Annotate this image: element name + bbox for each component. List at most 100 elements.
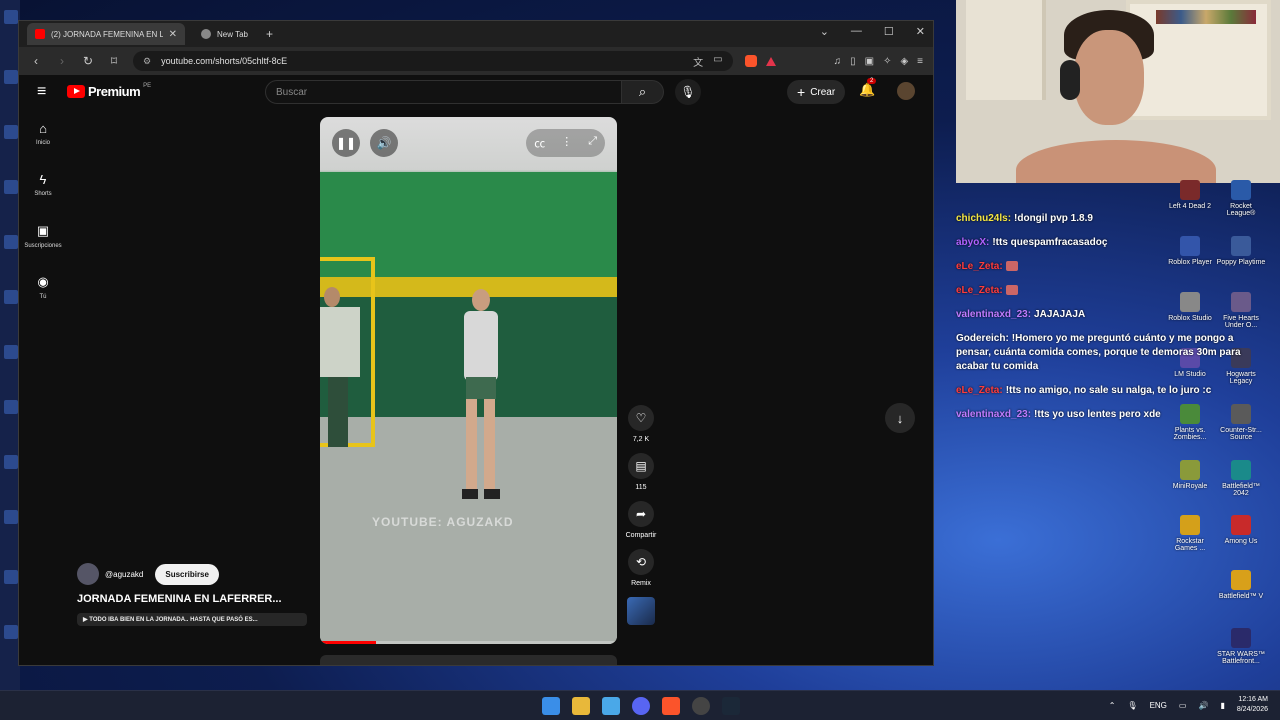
media-icon[interactable]: ♫ (834, 56, 842, 67)
desktop-app-icon[interactable] (4, 180, 18, 194)
share-action[interactable]: ➦ Compartir (626, 501, 656, 539)
chat-username: Godereich: (956, 333, 1009, 344)
sidebar-item-suscripciones[interactable]: ▣ Suscripciones (19, 223, 67, 274)
cast-icon[interactable]: ▭ (713, 54, 722, 69)
desktop-shortcut[interactable]: STAR WARS™ Battlefront... (1216, 628, 1266, 665)
mic-icon: 🎙 (680, 85, 696, 99)
sound-thumbnail[interactable] (627, 597, 655, 625)
cam-shelf-left (966, 0, 1046, 100)
desktop-shortcut[interactable]: Battlefield™ V (1216, 570, 1266, 600)
desktop-shortcut[interactable]: MiniRoyale (1165, 460, 1215, 490)
video-progress-bar[interactable] (320, 641, 617, 644)
channel-name[interactable]: @aguzakd (105, 570, 143, 579)
next-video-button[interactable]: ↓ (885, 403, 915, 433)
create-button[interactable]: + Crear (787, 80, 846, 104)
volume-icon[interactable]: 🔊 (1198, 701, 1208, 710)
bookmark-icon[interactable]: ⌑ (107, 54, 121, 68)
file-explorer-icon[interactable] (572, 697, 590, 715)
youtube-logo[interactable]: Premium PE (67, 83, 151, 99)
url-field[interactable]: ⚙ youtube.com/shorts/05chltf-8cE 文 ▭ (133, 51, 733, 71)
desktop-app-icon[interactable] (4, 625, 18, 639)
forward-button[interactable]: › (55, 54, 69, 68)
obs-icon[interactable] (692, 697, 710, 715)
notifications-button[interactable]: 🔔 2 (859, 78, 877, 98)
desktop-app-icon[interactable] (4, 10, 18, 24)
sidebar-icon[interactable]: ▯ (850, 56, 856, 67)
clock-date: 8/24/2026 (1236, 706, 1268, 713)
close-tab-icon[interactable]: ✕ (169, 29, 177, 40)
desktop-app-icon[interactable] (4, 400, 18, 414)
chat-message: valentinaxd_23: JAJAJAJA (956, 308, 1266, 322)
network-icon[interactable]: ▭ (1179, 701, 1187, 710)
video-title[interactable]: JORNADA FEMENINA EN LAFERRER... (77, 593, 317, 605)
back-button[interactable]: ‹ (29, 54, 43, 68)
video-description[interactable]: ▶ TODO IBA BIEN EN LA JORNADA.. HASTA QU… (77, 613, 307, 626)
store-icon[interactable] (602, 697, 620, 715)
battery-icon[interactable]: ▮ (1220, 701, 1224, 710)
sidebar-item-tu[interactable]: ◉ Tú (19, 274, 67, 325)
brave-icon[interactable] (662, 697, 680, 715)
desktop-shortcut[interactable]: Among Us (1216, 515, 1266, 545)
captions-icon[interactable]: ㏄ (534, 135, 545, 151)
discord-icon[interactable] (632, 697, 650, 715)
tab-search-icon[interactable]: ⌄ (820, 25, 829, 38)
voice-search-button[interactable]: 🎙 (675, 79, 701, 105)
maximize-button[interactable]: ☐ (884, 25, 894, 38)
search-input[interactable]: Buscar (265, 80, 622, 104)
subscribe-button[interactable]: Suscribirse (155, 563, 219, 585)
pause-button[interactable]: ❚❚ (332, 129, 360, 157)
desktop-app-icon[interactable] (4, 455, 18, 469)
remix-action[interactable]: ⟲ Remix (628, 549, 654, 587)
desktop-shortcut[interactable]: Rockstar Games ... (1165, 515, 1215, 552)
account-avatar[interactable] (897, 82, 915, 100)
brave-shields-icon[interactable] (744, 55, 757, 67)
tab-youtube[interactable]: (2) JORNADA FEMENINA EN L ✕ (27, 23, 185, 45)
shortcut-label: MiniRoyale (1172, 483, 1208, 490)
leo-icon[interactable]: ✧ (883, 56, 891, 67)
desktop-app-icon[interactable] (4, 125, 18, 139)
shortcut-label: Battlefield™ 2042 (1222, 483, 1260, 497)
new-tab-button[interactable]: + (266, 27, 273, 41)
comment-count: 115 (635, 484, 647, 491)
sidebar-item-shorts[interactable]: ϟ Shorts (19, 172, 67, 223)
system-tray: ⌃ 🎙 ENG ▭ 🔊 ▮ 12:16 AM 8/24/2026 (1109, 695, 1268, 715)
more-options-icon[interactable]: ⋮ (561, 135, 572, 151)
desktop-app-icon[interactable] (4, 290, 18, 304)
mic-tray-icon[interactable]: 🎙 (1127, 701, 1137, 710)
translate-icon[interactable]: 文 (693, 54, 703, 69)
brave-rewards-icon[interactable] (765, 56, 776, 66)
steam-icon[interactable] (722, 697, 740, 715)
language-indicator[interactable]: ENG (1150, 701, 1167, 710)
close-window-button[interactable]: ✕ (916, 25, 925, 38)
wallet-icon[interactable]: ▣ (865, 56, 874, 67)
minimize-button[interactable]: — (851, 25, 862, 38)
fullscreen-icon[interactable]: ⤢ (588, 135, 597, 151)
vpn-icon[interactable]: ◈ (900, 56, 908, 67)
start-button-icon[interactable] (542, 697, 560, 715)
comment-action[interactable]: ▤ 115 (628, 453, 654, 491)
desktop-shortcut[interactable]: Left 4 Dead 2 (1165, 180, 1215, 210)
sidebar-item-inicio[interactable]: ⌂ Inicio (19, 121, 67, 172)
hamburger-menu-icon[interactable]: ≡ (37, 83, 46, 101)
search-button[interactable]: ⌕ (622, 80, 664, 104)
desktop-app-icon[interactable] (4, 570, 18, 584)
tab-title: (2) JORNADA FEMENINA EN L (51, 29, 163, 39)
browser-menu-icon[interactable]: ≡ (917, 56, 923, 67)
next-short-preview[interactable] (320, 655, 617, 665)
desktop-app-icon[interactable] (4, 235, 18, 249)
like-action[interactable]: ♡ 7,2 K (628, 405, 654, 443)
chat-text: !dongil pvp 1.8.9 (1014, 213, 1093, 224)
volume-button[interactable]: 🔊 (370, 129, 398, 157)
chevron-up-icon[interactable]: ⌃ (1109, 701, 1116, 710)
site-info-icon[interactable]: ⚙ (143, 56, 151, 67)
shorts-video-player[interactable]: ❚❚ 🔊 ㏄ ⋮ ⤢ YOUTUBE: AGUZAKD (320, 117, 617, 644)
channel-avatar[interactable] (77, 563, 99, 585)
desktop-app-icon[interactable] (4, 510, 18, 524)
clock[interactable]: 12:16 AM 8/24/2026 (1237, 695, 1268, 715)
desktop-app-icon[interactable] (4, 70, 18, 84)
reload-button[interactable]: ↻ (81, 54, 95, 68)
app-icon (1180, 180, 1200, 200)
tab-new[interactable]: New Tab (193, 23, 256, 45)
desktop-app-icon[interactable] (4, 345, 18, 359)
desktop-shortcut[interactable]: Battlefield™ 2042 (1216, 460, 1266, 497)
